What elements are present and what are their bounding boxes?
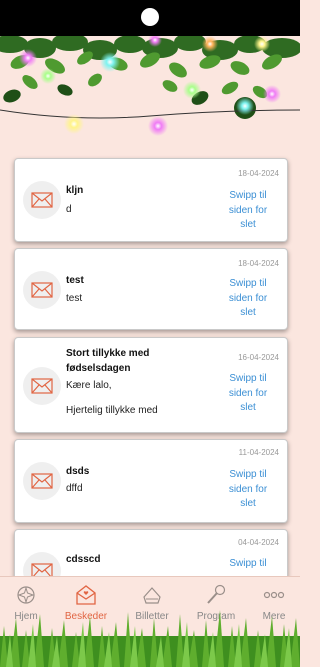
swipe-hint: Swipp til siden for slet <box>228 469 268 509</box>
message-title: dsds <box>66 466 90 477</box>
message-body: test <box>66 293 83 304</box>
ticket-icon <box>143 587 161 604</box>
message-card[interactable]: dsds dffd 11-04-2024 Swipp til siden for… <box>14 439 288 523</box>
message-title: cdsscd <box>66 554 101 565</box>
message-date: 04-04-2024 <box>238 538 279 547</box>
message-date: 16-04-2024 <box>238 353 279 362</box>
message-list[interactable]: kljn d 18-04-2024 Swipp til siden for sl… <box>0 0 300 667</box>
mail-icon <box>23 462 61 500</box>
message-body-line-1: Kære lalo, <box>66 380 112 391</box>
message-title: Stort tillykke med fødselsdagen <box>66 348 150 374</box>
message-card[interactable]: test test 18-04-2024 Swipp til siden for… <box>14 248 288 330</box>
mail-icon <box>76 585 96 605</box>
swipe-hint: Swipp til siden for slet <box>228 373 268 413</box>
swipe-hint: Swipp til siden for slet <box>228 278 268 318</box>
message-card[interactable]: Stort tillykke med fødselsdagen Kære lal… <box>14 337 288 433</box>
message-body: dffd <box>66 483 83 494</box>
swipe-hint: Swipp til siden for slet <box>228 190 268 230</box>
message-date: 18-04-2024 <box>238 259 279 268</box>
home-icon <box>17 586 35 604</box>
message-body: d <box>66 204 72 215</box>
message-body-line-2: Hjertelig tillykke med <box>66 405 158 416</box>
message-title: test <box>66 275 84 286</box>
mail-icon <box>23 271 61 309</box>
grass-decoration <box>0 610 300 667</box>
message-card[interactable]: kljn d 18-04-2024 Swipp til siden for sl… <box>14 158 288 242</box>
mail-icon <box>23 181 61 219</box>
message-title: kljn <box>66 185 84 196</box>
swipe-hint: Swipp til <box>229 558 267 569</box>
more-icon <box>263 591 285 599</box>
message-date: 11-04-2024 <box>238 448 279 457</box>
mail-icon <box>23 367 61 405</box>
message-date: 18-04-2024 <box>238 169 279 178</box>
microphone-icon <box>207 584 226 604</box>
